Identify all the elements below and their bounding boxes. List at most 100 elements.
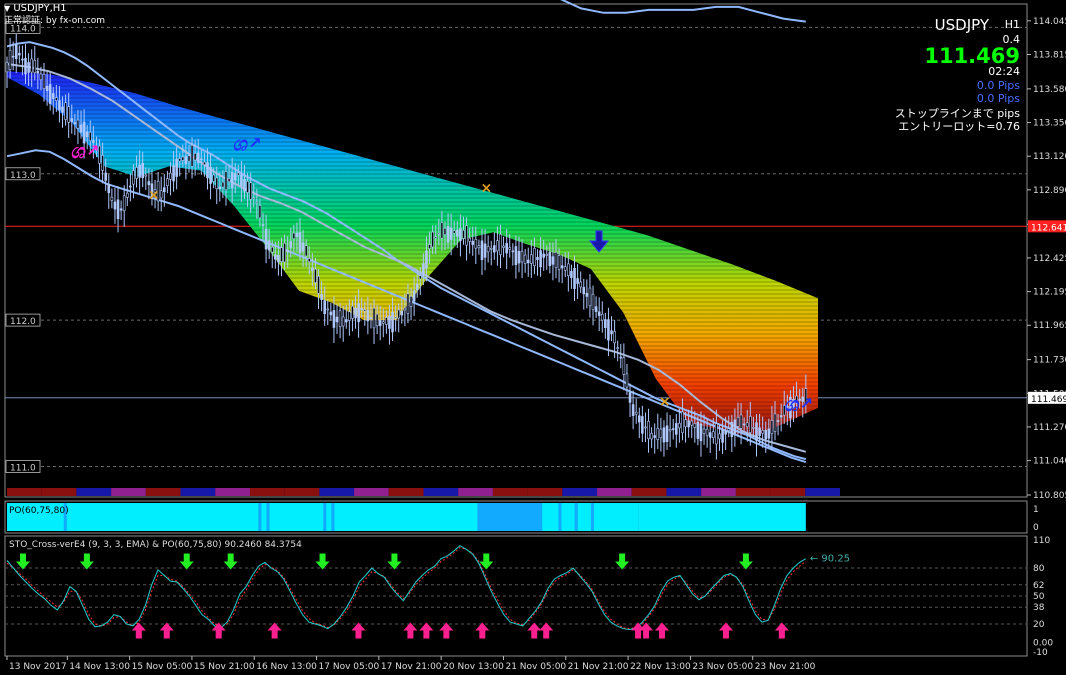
sto-tick-label: 50 bbox=[1033, 592, 1045, 602]
candle bbox=[579, 271, 582, 294]
window-caption: 正常認証: by fx-on.com bbox=[4, 16, 105, 26]
candle-body bbox=[237, 172, 240, 176]
candle-body bbox=[644, 426, 647, 429]
candle-body bbox=[773, 413, 777, 432]
candle bbox=[671, 419, 675, 440]
candle bbox=[678, 408, 681, 443]
candle-body bbox=[742, 423, 746, 426]
candle bbox=[523, 249, 527, 273]
candle-body bbox=[264, 228, 268, 250]
candle-body bbox=[536, 256, 539, 260]
time-tick-label: 21 Nov 05:00 bbox=[505, 662, 566, 672]
candle-body bbox=[73, 122, 77, 124]
candle-body bbox=[681, 411, 684, 434]
candle bbox=[659, 417, 663, 452]
candle-body bbox=[129, 185, 132, 188]
candle-body bbox=[415, 283, 419, 291]
candle bbox=[502, 236, 505, 258]
po-streak bbox=[574, 503, 578, 531]
candle bbox=[576, 264, 579, 299]
candle-body bbox=[610, 330, 613, 335]
candle-body bbox=[39, 73, 43, 81]
candle-body bbox=[533, 248, 536, 267]
candle-body bbox=[557, 255, 561, 270]
current-price-label: 111.469 bbox=[1031, 395, 1066, 405]
candle-body bbox=[184, 156, 188, 164]
grid-level-label: 112.0 bbox=[10, 317, 36, 327]
price-tick-label: 112.425 bbox=[1033, 254, 1066, 264]
candle-body bbox=[329, 311, 333, 316]
candle-body bbox=[55, 97, 58, 101]
candle-body bbox=[437, 232, 441, 235]
color-strip-segment bbox=[145, 488, 181, 496]
grid-level-label: 111.0 bbox=[10, 463, 36, 473]
sell-arrow-icon bbox=[479, 553, 494, 570]
chart-window[interactable]: 114.0 113.0 112.0 111.0 × × × ශ ↗ ශ ↗ ශ ↗ PO(60,75,8… bbox=[0, 0, 1066, 675]
candle-body bbox=[576, 278, 579, 284]
ma-ribbon-lines bbox=[7, 71, 818, 438]
candle-body bbox=[88, 131, 92, 141]
candle-body bbox=[298, 232, 302, 254]
chart-canvas[interactable]: 114.0113.0112.0111.0× ××ශ ↗ ශ ↗ශ ↗ PO(60,75,8… bbox=[0, 0, 1066, 675]
color-strip-segment bbox=[701, 488, 736, 496]
candle bbox=[650, 427, 653, 448]
candle-body bbox=[70, 118, 74, 123]
candle bbox=[536, 249, 539, 276]
buy-arrow-icon bbox=[419, 622, 434, 639]
candle bbox=[585, 279, 589, 309]
candle-body bbox=[597, 311, 601, 316]
candle-body bbox=[523, 254, 527, 264]
candle-body bbox=[200, 158, 203, 161]
candle-body bbox=[240, 174, 243, 187]
candle-body bbox=[304, 245, 308, 257]
candle-body bbox=[585, 292, 589, 297]
price-tick-label: 111.730 bbox=[1033, 356, 1066, 366]
candle-body bbox=[607, 319, 610, 341]
candle bbox=[122, 185, 126, 227]
candle bbox=[668, 415, 672, 447]
candle-body bbox=[403, 307, 407, 311]
color-strip-segment bbox=[423, 488, 459, 496]
candle-body bbox=[286, 249, 289, 252]
candle-body bbox=[261, 224, 265, 226]
color-strip-segment bbox=[666, 488, 702, 496]
sto-tick-label: -10 bbox=[1033, 648, 1048, 658]
price-tick-label: 112.195 bbox=[1033, 288, 1066, 298]
buy-arrow-icon bbox=[159, 622, 174, 639]
candle-body bbox=[724, 430, 727, 435]
candle-body bbox=[400, 310, 404, 316]
candle-body bbox=[712, 431, 715, 438]
candle bbox=[644, 412, 647, 443]
candle bbox=[628, 383, 632, 418]
candle bbox=[594, 296, 598, 319]
info-entry-lot: エントリーロット=0.76 bbox=[898, 120, 1020, 133]
po-segment bbox=[534, 503, 639, 531]
sto-tick-label: 20 bbox=[1033, 620, 1045, 630]
signal-glyph-marker: ශ bbox=[70, 139, 86, 163]
candle bbox=[21, 45, 24, 76]
candle-body bbox=[727, 428, 731, 431]
candle-body bbox=[422, 263, 425, 275]
candle-body bbox=[385, 317, 388, 325]
candle bbox=[486, 235, 490, 263]
price-tick-label: 111.040 bbox=[1033, 457, 1066, 467]
candle-body bbox=[277, 254, 280, 263]
collapse-triangle-icon[interactable]: ▼ bbox=[4, 4, 10, 13]
main-price-chart: 114.0113.0112.0111.0× ××ශ ↗ ශ ↗ශ ↗ bbox=[4, 0, 1028, 498]
candle-body bbox=[292, 232, 296, 240]
candle-body bbox=[320, 294, 323, 300]
candle bbox=[591, 285, 595, 326]
candle-body bbox=[116, 199, 120, 220]
candle-body bbox=[779, 415, 783, 418]
candle bbox=[335, 303, 339, 335]
candle-body bbox=[360, 308, 363, 311]
candle-body bbox=[662, 427, 666, 443]
candle-body bbox=[406, 293, 410, 314]
info-symbol: USDJPY bbox=[934, 16, 989, 34]
candle-body bbox=[394, 316, 397, 319]
candle-body bbox=[258, 205, 262, 219]
candle-body bbox=[560, 265, 564, 269]
candle-body bbox=[172, 165, 175, 182]
candle bbox=[119, 200, 123, 220]
candle-body bbox=[449, 227, 453, 240]
